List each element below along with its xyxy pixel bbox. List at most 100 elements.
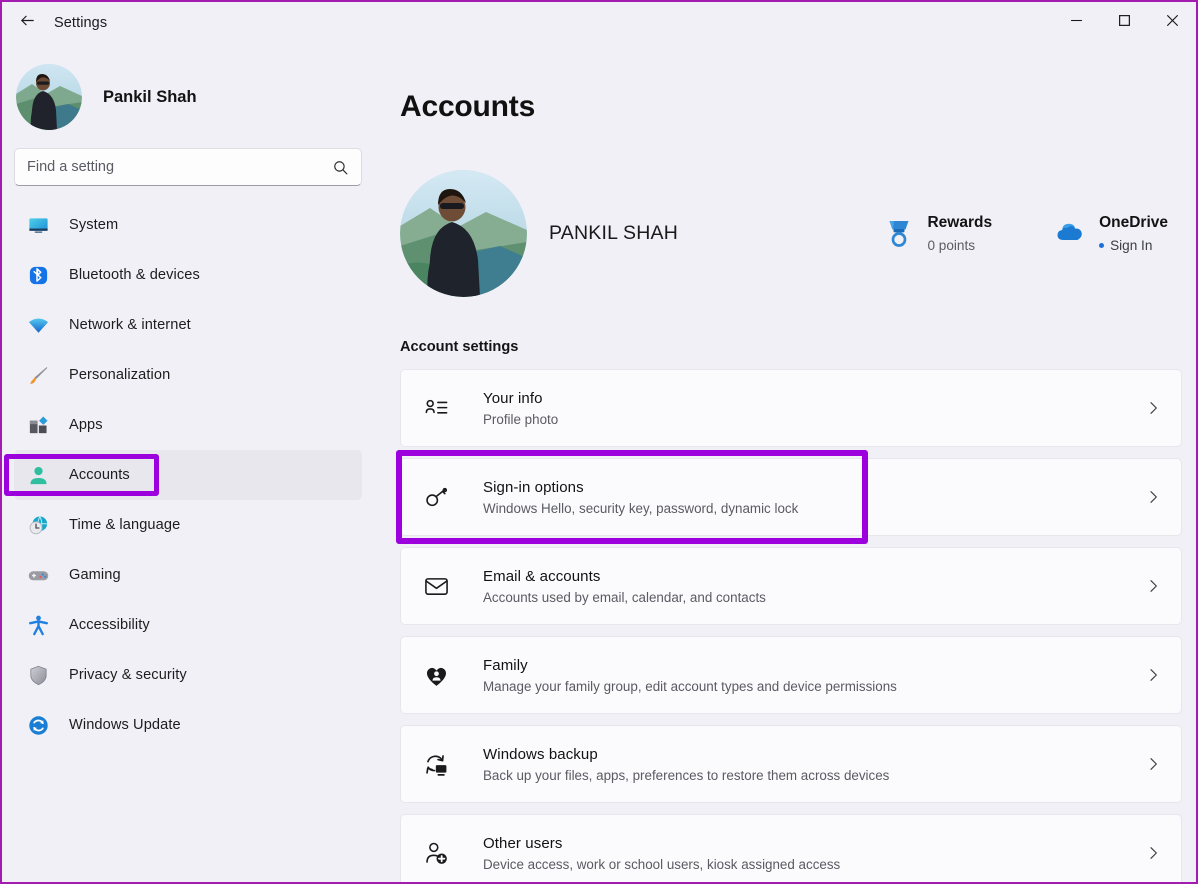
sidebar-item-system[interactable]: System: [14, 200, 362, 250]
sidebar-item-time-language[interactable]: Time & language: [14, 500, 362, 550]
account-photo[interactable]: [400, 170, 527, 297]
shield-icon: [26, 663, 50, 687]
card-windows-backup[interactable]: Windows backup Back up your files, apps,…: [400, 725, 1182, 803]
rewards-tile[interactable]: Rewards 0 points: [882, 214, 992, 253]
card-title: Family: [483, 657, 1145, 674]
sidebar-item-label: Personalization: [69, 367, 170, 383]
card-other-users[interactable]: Other users Device access, work or schoo…: [400, 814, 1182, 882]
backup-icon: [423, 751, 450, 778]
search-box[interactable]: [14, 148, 362, 186]
onedrive-status-label: Sign In: [1110, 238, 1152, 253]
sidebar-item-gaming[interactable]: Gaming: [14, 550, 362, 600]
maximize-button[interactable]: [1100, 2, 1148, 44]
onedrive-tile[interactable]: OneDrive Sign In: [1054, 214, 1168, 253]
card-title: Sign-in options: [483, 479, 1145, 496]
onedrive-title: OneDrive: [1099, 214, 1168, 232]
back-button[interactable]: [6, 6, 48, 40]
settings-card-list: Your info Profile photo: [400, 369, 1196, 882]
page-title: Accounts: [400, 90, 1196, 124]
app-title: Settings: [54, 15, 107, 31]
section-label: Account settings: [400, 339, 1196, 355]
sidebar-item-label: Bluetooth & devices: [69, 267, 200, 283]
sidebar-item-label: Privacy & security: [69, 667, 187, 683]
rewards-medal-icon: [882, 216, 916, 250]
card-subtitle: Device access, work or school users, kio…: [483, 857, 1145, 872]
sidebar-item-privacy-security[interactable]: Privacy & security: [14, 650, 362, 700]
account-name: PANKIL SHAH: [549, 222, 678, 245]
chevron-right-icon: [1145, 667, 1161, 683]
update-icon: [26, 713, 50, 737]
sidebar-item-windows-update[interactable]: Windows Update: [14, 700, 362, 750]
envelope-icon: [423, 573, 450, 600]
card-subtitle: Accounts used by email, calendar, and co…: [483, 590, 1145, 605]
accessibility-icon: [26, 613, 50, 637]
profile-name: Pankil Shah: [103, 88, 197, 107]
sidebar-item-personalization[interactable]: Personalization: [14, 350, 362, 400]
contact-card-icon: [423, 395, 450, 422]
chevron-right-icon: [1145, 756, 1161, 772]
search-container: [2, 134, 374, 186]
sidebar-item-label: Time & language: [69, 517, 180, 533]
card-title: Email & accounts: [483, 568, 1145, 585]
card-your-info[interactable]: Your info Profile photo: [400, 369, 1182, 447]
sidebar-item-label: Gaming: [69, 567, 121, 583]
minimize-button[interactable]: [1052, 2, 1100, 44]
sidebar-nav: System Bluetooth & devices: [2, 200, 374, 750]
gamepad-icon: [26, 563, 50, 587]
status-dot-icon: [1099, 243, 1104, 248]
window-controls: [1052, 2, 1196, 44]
person-icon: [26, 463, 50, 487]
key-icon: [423, 484, 450, 511]
avatar: [16, 64, 82, 130]
clock-globe-icon: [26, 513, 50, 537]
sidebar: Pankil Shah: [2, 44, 374, 882]
family-heart-icon: [423, 662, 450, 689]
sidebar-item-accessibility[interactable]: Accessibility: [14, 600, 362, 650]
account-tiles: Rewards 0 points OneDrive Sign: [882, 214, 1182, 253]
card-sign-in-options[interactable]: Sign-in options Windows Hello, security …: [400, 458, 1182, 536]
sidebar-item-label: Accounts: [69, 467, 130, 483]
close-button[interactable]: [1148, 2, 1196, 44]
sidebar-profile[interactable]: Pankil Shah: [2, 60, 374, 134]
rewards-title: Rewards: [927, 214, 992, 232]
chevron-right-icon: [1145, 489, 1161, 505]
maximize-icon: [1118, 14, 1131, 32]
card-title: Your info: [483, 390, 1145, 407]
sidebar-item-apps[interactable]: Apps: [14, 400, 362, 450]
wifi-icon: [26, 313, 50, 337]
onedrive-cloud-icon: [1054, 216, 1088, 250]
sidebar-item-label: Accessibility: [69, 617, 150, 633]
card-family[interactable]: Family Manage your family group, edit ac…: [400, 636, 1182, 714]
sidebar-item-network-internet[interactable]: Network & internet: [14, 300, 362, 350]
chevron-right-icon: [1145, 845, 1161, 861]
sidebar-item-accounts[interactable]: Accounts: [14, 450, 362, 500]
close-icon: [1166, 14, 1179, 32]
card-wrapper-sign-in-options: Sign-in options Windows Hello, security …: [400, 458, 1182, 536]
bluetooth-icon: [26, 263, 50, 287]
card-email-accounts[interactable]: Email & accounts Accounts used by email,…: [400, 547, 1182, 625]
search-icon[interactable]: [332, 159, 349, 176]
sidebar-item-label: System: [69, 217, 118, 233]
display-icon: [26, 213, 50, 237]
card-subtitle: Back up your files, apps, preferences to…: [483, 768, 1145, 783]
search-input[interactable]: [27, 159, 332, 175]
sidebar-item-label: Windows Update: [69, 717, 181, 733]
account-header: PANKIL SHAH Rewards 0 points: [400, 170, 1196, 297]
sidebar-item-bluetooth-devices[interactable]: Bluetooth & devices: [14, 250, 362, 300]
chevron-right-icon: [1145, 578, 1161, 594]
back-arrow-icon: [19, 12, 36, 34]
rewards-points: 0 points: [927, 238, 992, 253]
sidebar-item-label: Network & internet: [69, 317, 191, 333]
card-title: Windows backup: [483, 746, 1145, 763]
title-bar: Settings: [2, 2, 1196, 44]
sidebar-item-label: Apps: [69, 417, 103, 433]
paintbrush-icon: [26, 363, 50, 387]
onedrive-status[interactable]: Sign In: [1099, 238, 1168, 253]
card-title: Other users: [483, 835, 1145, 852]
card-subtitle: Manage your family group, edit account t…: [483, 679, 1145, 694]
card-subtitle: Windows Hello, security key, password, d…: [483, 501, 1145, 516]
app-shell: Pankil Shah: [2, 44, 1196, 882]
chevron-right-icon: [1145, 400, 1161, 416]
add-user-icon: [423, 840, 450, 867]
main-content: Accounts: [374, 44, 1196, 882]
